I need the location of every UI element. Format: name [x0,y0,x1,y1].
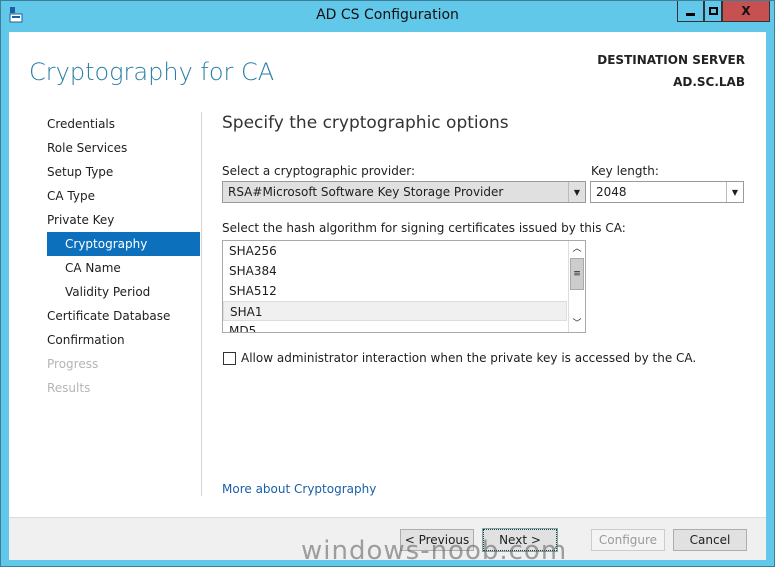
key-length-label: Key length: [591,164,659,178]
allow-admin-label[interactable]: Allow administrator interaction when the… [241,351,696,365]
allow-admin-checkbox[interactable] [223,352,236,365]
nav-item-validity-period[interactable]: Validity Period [47,280,200,304]
scroll-up-icon[interactable]: ︿ [569,241,585,257]
nav-item-cryptography[interactable]: Cryptography [47,232,200,256]
close-button[interactable]: X [722,1,770,22]
destination-label: DESTINATION SERVER [597,53,745,67]
nav-item-confirmation[interactable]: Confirmation [47,328,200,352]
nav-item-certificate-database[interactable]: Certificate Database [47,304,200,328]
hash-algorithm-list[interactable]: SHA256 SHA384 SHA512 SHA1 MD5 ︿ ≡ ﹀ [222,240,586,333]
maximize-icon [708,7,718,15]
maximize-button[interactable] [704,1,722,22]
nav-item-results: Results [47,381,91,395]
window-title: AD CS Configuration [316,7,459,23]
nav-item-progress: Progress [47,357,99,371]
nav-item-ca-name[interactable]: CA Name [47,256,200,280]
nav-item-credentials[interactable]: Credentials [47,112,200,136]
key-length-select[interactable]: 2048 ▼ [590,181,744,203]
list-item[interactable]: SHA1 [223,301,567,321]
divider [201,112,202,496]
chevron-down-icon: ▼ [726,182,743,202]
destination-server: DESTINATION SERVER AD.SC.LAB [597,49,745,93]
list-item[interactable]: SHA512 [223,281,567,301]
list-item[interactable]: MD5 [223,321,567,332]
provider-label: Select a cryptographic provider: [222,164,416,178]
scrollbar[interactable]: ︿ ≡ ﹀ [568,241,585,332]
provider-value: RSA#Microsoft Software Key Storage Provi… [228,185,504,199]
chevron-down-icon: ▼ [568,182,585,202]
more-about-link[interactable]: More about Cryptography [222,482,376,496]
nav-item-private-key[interactable]: Private Key [47,208,200,232]
cancel-button[interactable]: Cancel [673,529,747,551]
minimize-icon [686,12,695,16]
scroll-down-icon[interactable]: ﹀ [569,316,585,332]
page-title: Cryptography for CA [29,58,275,86]
close-icon: X [741,4,751,18]
nav-item-setup-type[interactable]: Setup Type [47,160,200,184]
list-item[interactable]: SHA384 [223,261,567,281]
dialog-content: Cryptography for CA DESTINATION SERVER A… [9,32,766,560]
hash-label: Select the hash algorithm for signing ce… [222,221,626,235]
configure-button[interactable]: Configure [591,529,665,551]
wizard-nav: Credentials Role Services Setup Type CA Typ… [47,112,200,400]
title-bar: AD CS Configuration X [1,1,774,31]
minimize-button[interactable] [677,1,704,22]
destination-server-name: AD.SC.LAB [673,75,745,89]
nav-item-role-services[interactable]: Role Services [47,136,200,160]
section-title: Specify the cryptographic options [222,113,509,133]
provider-select[interactable]: RSA#Microsoft Software Key Storage Provi… [222,181,586,203]
list-item[interactable]: SHA256 [223,241,567,261]
window: AD CS Configuration X Cryptography for C… [0,0,775,567]
watermark: windows-noob.com [301,536,568,566]
scrollbar-thumb[interactable]: ≡ [570,258,584,290]
nav-item-ca-type[interactable]: CA Type [47,184,200,208]
key-length-value: 2048 [596,185,627,199]
